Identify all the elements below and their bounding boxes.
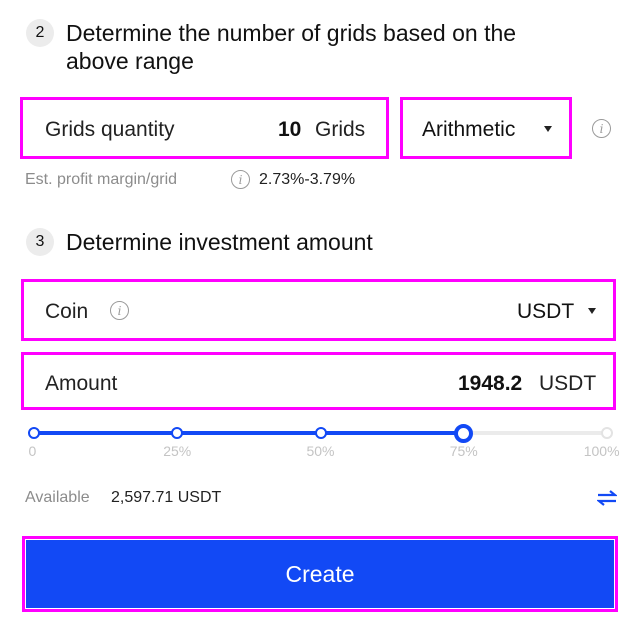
amount-unit: USDT [539,372,597,395]
grid-mode-value: Arithmetic [422,118,516,141]
amount-field[interactable]: Amount 1948.2 USDT [21,352,616,410]
grids-quantity-unit: Grids [315,118,366,141]
grids-quantity-field[interactable]: Grids quantity 10 Grids [20,97,389,159]
slider-tick-label: 100% [583,443,620,459]
slider-node[interactable] [601,427,613,439]
coin-select[interactable]: Coin i USDT [21,279,616,341]
slider-node[interactable] [314,427,327,439]
profit-margin-value: 2.73%-3.79% [259,171,356,188]
swap-icon[interactable] [597,490,617,506]
coin-value: USDT [517,300,575,323]
slider-tick-label: 75% [449,443,478,459]
grids-quantity-label: Grids quantity [45,118,175,141]
grid-mode-select[interactable]: Arithmetic [400,97,572,159]
profit-margin-info-icon[interactable]: i [231,170,250,189]
available-label: Available [25,489,90,506]
slider-tick-label: 50% [306,443,335,459]
coin-info-icon[interactable]: i [110,301,129,320]
step-2-title-line1: Determine the number of grids based on t… [66,20,517,46]
profit-margin-label: Est. profit margin/grid [25,171,178,188]
slider-thumb[interactable] [454,423,474,443]
chevron-down-icon [588,308,596,314]
slider-node[interactable] [171,427,184,439]
step-2-title-line2: above range [66,48,194,74]
grids-quantity-value[interactable]: 10 [278,118,301,142]
step-3-title: Determine investment amount [66,229,373,255]
available-value: 2,597.71 USDT [111,489,222,506]
amount-label: Amount [45,372,118,395]
step-3-number: 3 [35,233,45,250]
amount-value[interactable]: 1948.2 [458,372,522,396]
create-button[interactable]: Create [26,540,614,608]
step-2-number: 2 [35,24,45,41]
slider-tick-label: 0 [28,443,37,459]
step-3-badge: 3 [26,228,54,256]
step-2-badge: 2 [26,19,54,47]
slider-track-active [34,431,464,435]
slider-tick-label: 25% [163,443,192,459]
chevron-down-icon [544,126,552,132]
coin-label: Coin [45,300,89,323]
grid-mode-info-icon[interactable]: i [592,119,611,138]
slider-node[interactable] [28,427,40,439]
